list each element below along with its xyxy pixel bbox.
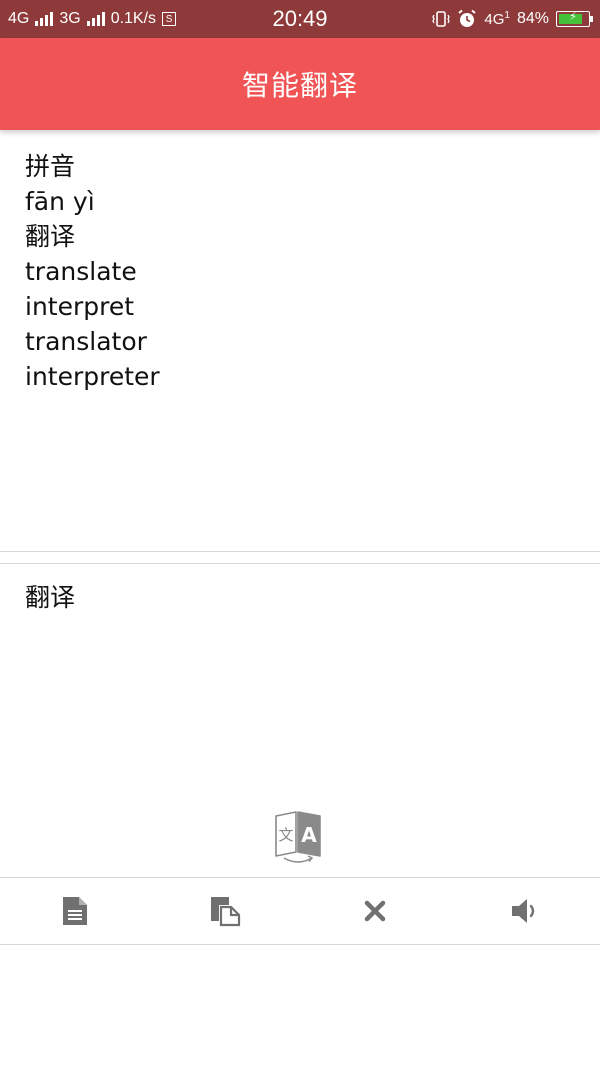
battery-percent: 84% <box>516 10 549 27</box>
result-line: interpreter <box>25 362 160 391</box>
page-title: 智能翻译 <box>241 69 358 102</box>
paste-icon <box>211 897 241 927</box>
battery-nub <box>590 16 593 22</box>
source-text[interactable]: 翻译 <box>25 580 575 615</box>
translate-glyph-left: 文 <box>278 826 293 844</box>
vibrate-icon <box>432 11 451 27</box>
result-line: 翻译 <box>25 222 76 251</box>
s-badge-icon: S <box>162 12 177 26</box>
status-bar: 4G 3G 0.1K/s S 20:49 4G1 84% ⚡ <box>0 0 600 38</box>
network-type-2: 3G <box>59 10 81 27</box>
status-left: 4G 3G 0.1K/s S <box>8 0 177 38</box>
signal-icon <box>86 12 105 26</box>
result-line: 拼音 <box>25 152 76 181</box>
divider <box>0 551 600 552</box>
network-speed: 0.1K/s <box>110 10 157 27</box>
alarm-icon <box>458 9 477 27</box>
result-line: translator <box>25 327 147 356</box>
status-right: 4G1 84% ⚡ <box>432 0 593 38</box>
translate-button[interactable]: 文 A <box>270 806 326 868</box>
network-type-3: 4G1 <box>484 10 510 28</box>
translate-icon: 文 A <box>275 811 321 863</box>
battery-icon: ⚡ <box>556 11 593 27</box>
network-type-3-label: 4G <box>484 11 505 28</box>
charging-icon: ⚡ <box>569 11 577 23</box>
result-line: translate <box>25 257 137 286</box>
signal-icon <box>35 12 54 26</box>
app-header: 智能翻译 <box>0 38 600 130</box>
network-type-1: 4G <box>8 10 30 27</box>
paste-button[interactable] <box>150 878 300 944</box>
result-line: fān yì <box>25 187 95 216</box>
document-button[interactable] <box>0 878 150 944</box>
result-line: interpret <box>25 292 135 321</box>
translate-glyph-right: A <box>301 823 317 847</box>
speak-button[interactable] <box>450 878 600 944</box>
document-icon <box>63 897 87 925</box>
clear-button[interactable] <box>300 878 450 944</box>
bottom-toolbar <box>0 877 600 945</box>
close-icon <box>364 900 386 922</box>
translation-result: 拼音 fān yì 翻译 translate interpret transla… <box>0 131 600 551</box>
sim-index: 1 <box>504 10 510 21</box>
source-text-input[interactable]: 翻译 <box>0 564 600 804</box>
speaker-icon <box>512 899 535 923</box>
